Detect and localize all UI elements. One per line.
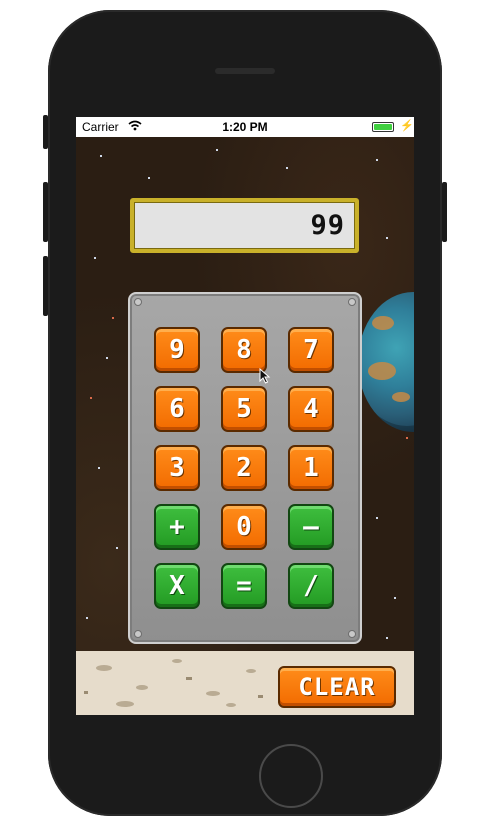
key-2[interactable]: 2 [221,445,267,491]
status-bar: Carrier 1:20 PM ⚡ [76,117,414,137]
star [386,637,388,639]
star [216,149,218,151]
star [90,397,92,399]
star [86,617,88,619]
key-0[interactable]: 0 [221,504,267,550]
key-multiply[interactable]: X [154,563,200,609]
key-9[interactable]: 9 [154,327,200,373]
home-button[interactable] [259,744,323,808]
power-button[interactable] [442,182,447,242]
key-plus[interactable]: + [154,504,200,550]
app-screen: Carrier 1:20 PM ⚡ 99 9 8 7 6 5 4 3 2 1 +… [76,117,414,715]
key-7[interactable]: 7 [288,327,334,373]
star [98,467,100,469]
screw-icon [348,298,356,306]
key-minus[interactable]: — [288,504,334,550]
star [376,159,378,161]
screw-icon [134,298,142,306]
screw-icon [348,630,356,638]
star [148,177,150,179]
star [386,237,388,239]
charging-bolt-icon: ⚡ [400,120,414,132]
star [106,357,108,359]
key-8[interactable]: 8 [221,327,267,373]
clear-button[interactable]: CLEAR [278,666,396,708]
key-4[interactable]: 4 [288,386,334,432]
star [112,317,114,319]
speaker-grille [215,68,275,74]
star [394,597,396,599]
display-value: 99 [310,210,345,241]
battery-icon [372,122,394,132]
keypad-panel: 9 8 7 6 5 4 3 2 1 + 0 — X = / [128,292,362,644]
key-divide[interactable]: / [288,563,334,609]
key-1[interactable]: 1 [288,445,334,491]
star [376,517,378,519]
volume-up-button[interactable] [43,182,48,242]
key-equals[interactable]: = [221,563,267,609]
key-5[interactable]: 5 [221,386,267,432]
star [100,155,102,157]
star [406,437,408,439]
status-time: 1:20 PM [222,120,268,134]
mute-switch[interactable] [43,115,48,149]
star [116,547,118,549]
planet-illustration [358,292,414,432]
calculator-display: 99 [130,198,359,253]
star [286,167,288,169]
star [94,257,96,259]
volume-down-button[interactable] [43,256,48,316]
key-6[interactable]: 6 [154,386,200,432]
key-3[interactable]: 3 [154,445,200,491]
screw-icon [134,630,142,638]
